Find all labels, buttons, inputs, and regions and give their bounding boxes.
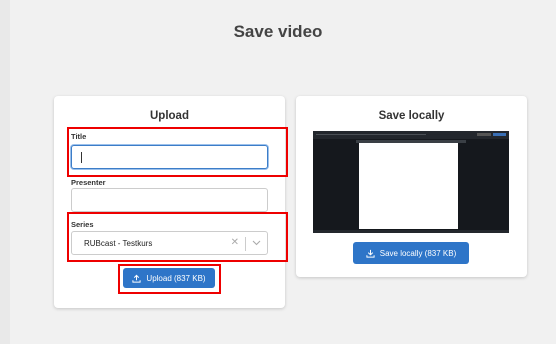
save-locally-button[interactable]: Save locally (837 KB) (353, 242, 469, 264)
page-title: Save video (233, 22, 323, 41)
presenter-input[interactable] (71, 188, 268, 212)
save-locally-button-label: Save locally (837 KB) (379, 248, 457, 258)
upload-heading: Upload (150, 110, 189, 122)
preview-menu (316, 134, 426, 135)
series-highlight (67, 212, 288, 262)
save-locally-card: Save locally Save locally (837 KB) (296, 96, 527, 277)
video-preview (313, 131, 509, 233)
presenter-label: Presenter (71, 178, 106, 187)
download-icon (366, 249, 375, 258)
save-locally-heading: Save locally (378, 110, 445, 122)
preview-button (493, 133, 506, 136)
preview-statusbar (313, 230, 509, 233)
left-edge (0, 0, 10, 344)
title-highlight (67, 127, 288, 177)
preview-document (359, 143, 458, 229)
upload-button-highlight (118, 264, 221, 294)
preview-button (477, 133, 491, 136)
